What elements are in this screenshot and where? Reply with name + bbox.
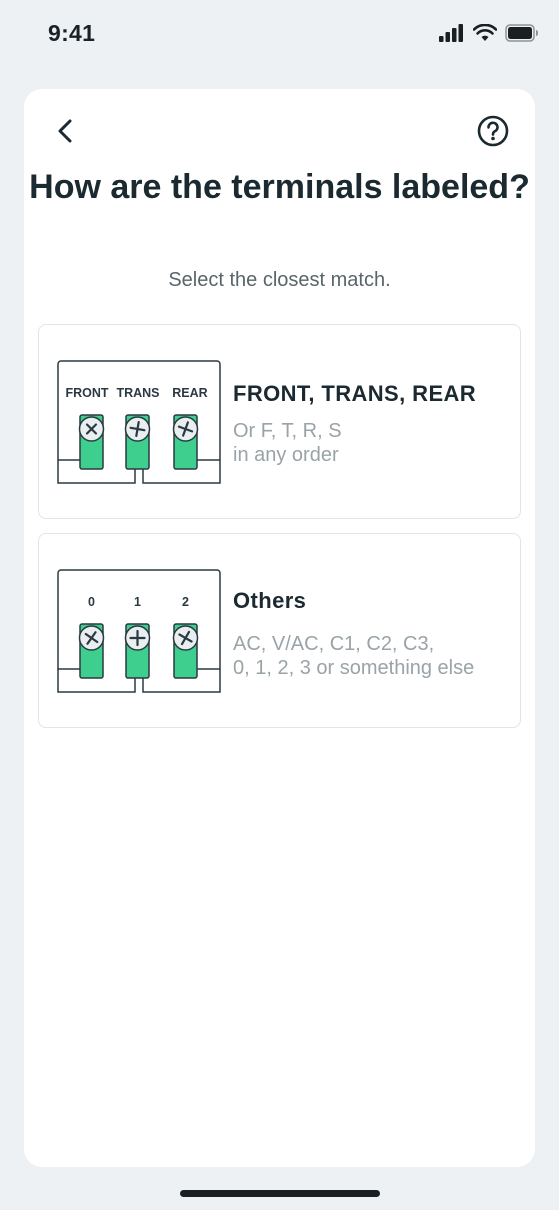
terminal-screw-2 — [124, 623, 151, 679]
terminal-screw-1 — [78, 414, 105, 470]
terminal-label-rear: REAR — [172, 386, 207, 400]
option-title: Others — [233, 588, 307, 613]
back-button[interactable] — [52, 115, 80, 147]
help-button[interactable] — [477, 115, 509, 147]
terminal-diagram-others: 0 1 2 — [57, 569, 221, 693]
status-time: 9:41 — [48, 20, 96, 46]
battery-icon — [505, 24, 538, 42]
page-subtitle: Select the closest match. — [168, 269, 391, 291]
wifi-icon — [473, 24, 497, 41]
status-bar: 9:41 — [0, 0, 559, 70]
terminal-screw-3 — [172, 623, 199, 679]
back-chevron-icon — [58, 119, 72, 143]
option-description: AC, V/AC, C1, C2, C3, 0, 1, 2, 3 or some… — [233, 632, 474, 680]
terminal-label-0: 0 — [88, 595, 95, 609]
main-card: How are the terminals labeled? Select th… — [24, 89, 535, 1167]
terminal-screw-1 — [78, 623, 105, 679]
terminal-label-front: FRONT — [65, 386, 108, 400]
option-description-line: 0, 1, 2, 3 or something else — [233, 657, 475, 679]
option-description-line: in any order — [233, 444, 339, 466]
option-others[interactable]: 0 1 2 Others AC, V/AC, C1, C2, C3, 0, 1,… — [38, 533, 521, 728]
page-title: How are the terminals labeled? — [29, 168, 530, 206]
signal-icon — [439, 24, 463, 42]
option-title: FRONT, TRANS, REAR — [233, 381, 477, 406]
option-description-line: Or F, T, R, S — [233, 420, 342, 442]
terminal-screw-3 — [172, 414, 199, 470]
option-description-line: AC, V/AC, C1, C2, C3, — [233, 633, 435, 655]
help-question-icon — [477, 115, 509, 147]
option-text: Others AC, V/AC, C1, C2, C3, 0, 1, 2, 3 … — [233, 588, 474, 680]
home-indicator[interactable] — [180, 1190, 380, 1197]
terminal-screw-2 — [124, 414, 151, 470]
option-front-trans-rear[interactable]: FRONT TRANS REAR FRONT, TRANS, REAR Or F… — [38, 324, 521, 519]
terminal-label-trans: TRANS — [116, 386, 159, 400]
terminal-label-2: 2 — [182, 595, 189, 609]
option-text: FRONT, TRANS, REAR Or F, T, R, S in any … — [233, 381, 476, 467]
option-description: Or F, T, R, S in any order — [233, 419, 476, 467]
status-icons — [439, 24, 539, 42]
terminal-label-1: 1 — [134, 595, 141, 609]
terminal-diagram-front-trans-rear: FRONT TRANS REAR — [57, 360, 221, 484]
